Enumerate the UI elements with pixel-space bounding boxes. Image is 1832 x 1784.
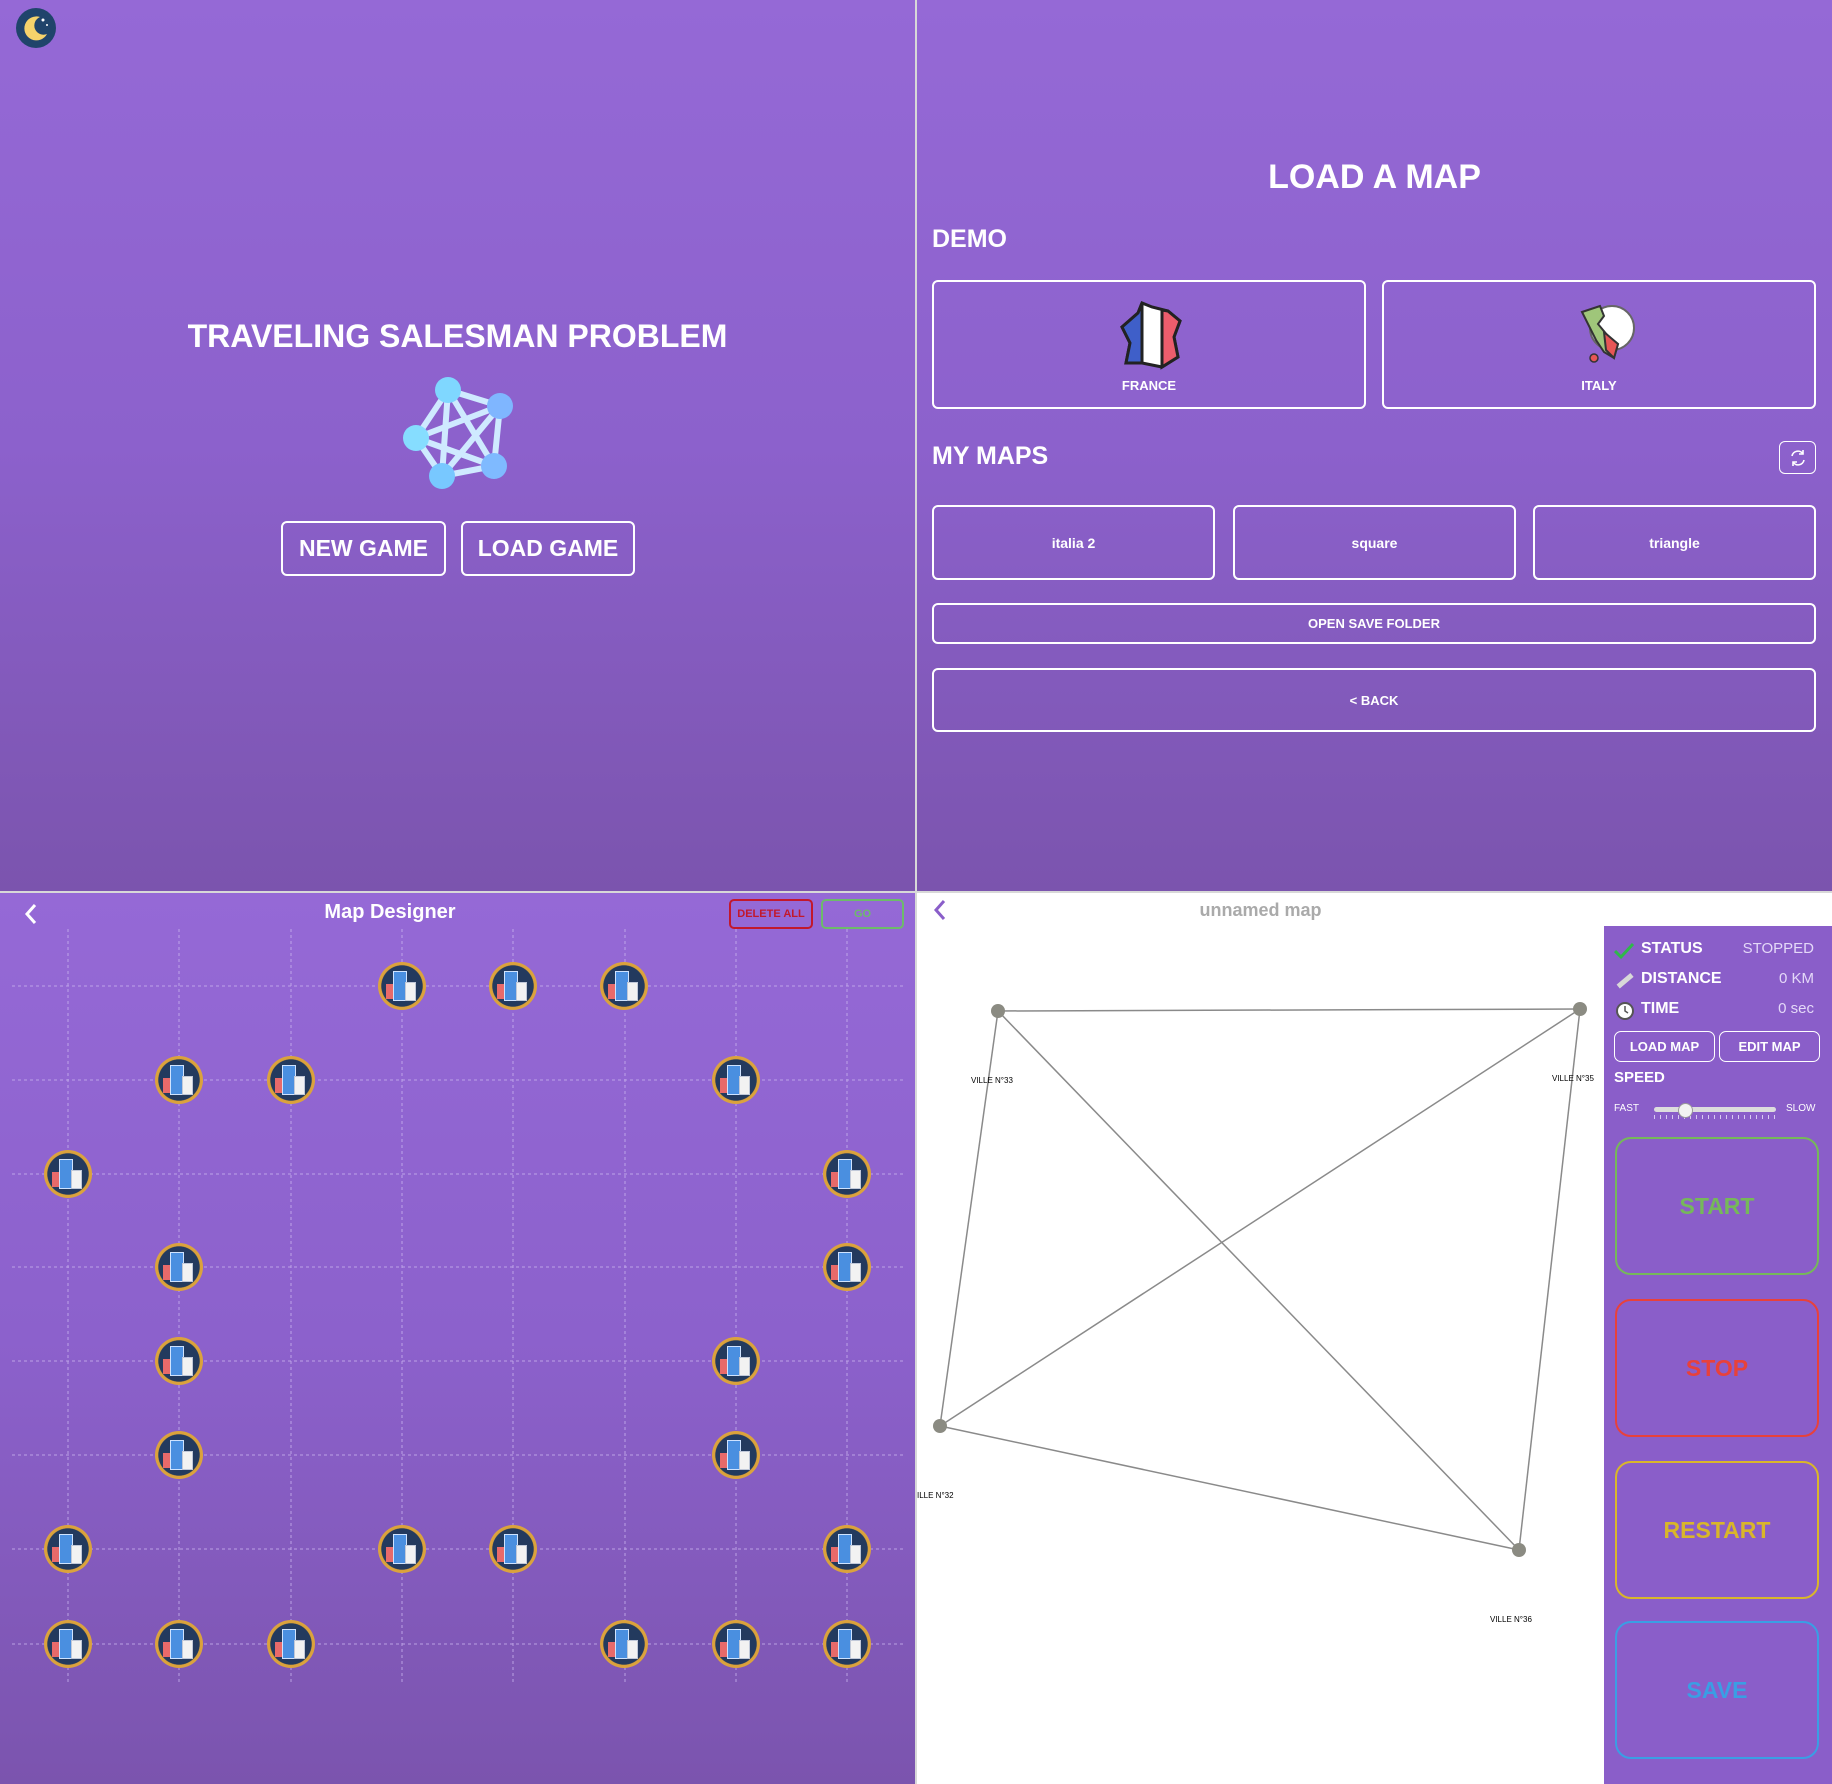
restart-button[interactable]: RESTART	[1615, 1461, 1819, 1599]
city-marker[interactable]	[823, 1620, 871, 1668]
my-map-item[interactable]: square	[1233, 505, 1516, 580]
load-map-title: LOAD A MAP	[1268, 158, 1481, 196]
back-button[interactable]: < BACK	[932, 668, 1816, 732]
my-map-item[interactable]: triangle	[1533, 505, 1816, 580]
city-marker[interactable]	[489, 1525, 537, 1573]
time-row: TIME 0 sec	[1614, 1000, 1824, 1024]
quadrant-divider	[0, 891, 1832, 893]
stop-button[interactable]: STOP	[1615, 1299, 1819, 1437]
city-marker[interactable]	[44, 1525, 92, 1573]
distance-row: DISTANCE 0 KM	[1614, 970, 1824, 994]
city-marker[interactable]	[823, 1525, 871, 1573]
demo-map-label: FRANCE	[1121, 378, 1177, 393]
app-title: TRAVELING SALESMAN PROBLEM	[187, 318, 728, 354]
time-value: 0 sec	[1778, 1000, 1814, 1017]
go-button[interactable]: GO	[821, 899, 904, 929]
start-button[interactable]: START	[1615, 1137, 1819, 1275]
delete-all-button[interactable]: DELETE ALL	[729, 899, 813, 929]
theme-toggle-moon-icon[interactable]	[16, 8, 56, 48]
city-marker[interactable]	[378, 962, 426, 1010]
my-map-item[interactable]: italia 2	[932, 505, 1215, 580]
new-game-button[interactable]: NEW GAME	[281, 521, 446, 576]
speed-slider-thumb[interactable]	[1678, 1103, 1693, 1118]
city-label: VILLE N°33	[971, 1076, 1013, 1085]
city-node[interactable]	[933, 1419, 947, 1433]
city-marker[interactable]	[155, 1056, 203, 1104]
city-label: ILLE N°32	[917, 1491, 954, 1500]
city-marker[interactable]	[823, 1243, 871, 1291]
designer-grid[interactable]	[0, 893, 915, 1784]
city-marker[interactable]	[378, 1525, 426, 1573]
city-marker[interactable]	[823, 1150, 871, 1198]
speed-label: SPEED	[1614, 1069, 1665, 1086]
refresh-maps-button[interactable]	[1779, 441, 1816, 474]
demo-map-france[interactable]: FRANCE	[932, 280, 1366, 409]
speed-slider[interactable]	[1654, 1101, 1776, 1119]
save-button[interactable]: SAVE	[1615, 1621, 1819, 1759]
refresh-icon	[1790, 449, 1805, 466]
city-marker[interactable]	[155, 1243, 203, 1291]
city-marker[interactable]	[155, 1431, 203, 1479]
solver-sidebar: STATUS STOPPED DISTANCE 0 KM TIME 0 sec …	[1604, 926, 1832, 1784]
designer-title: Map Designer	[324, 901, 456, 923]
my-maps-heading: MY MAPS	[932, 442, 1049, 470]
city-label: VILLE N°36	[1490, 1615, 1532, 1624]
city-marker[interactable]	[267, 1620, 315, 1668]
home-screen: TRAVELING SALESMAN PROBLEM NEW GAME LOAD	[0, 0, 915, 891]
france-map-icon	[1112, 297, 1186, 371]
load-game-button[interactable]: LOAD GAME	[461, 521, 635, 576]
city-marker[interactable]	[712, 1431, 760, 1479]
status-row: STATUS STOPPED	[1614, 940, 1824, 964]
demo-map-label: ITALY	[1581, 378, 1617, 393]
city-marker[interactable]	[600, 962, 648, 1010]
load-map-button[interactable]: LOAD MAP	[1614, 1031, 1715, 1062]
open-save-folder-button[interactable]: OPEN SAVE FOLDER	[932, 603, 1816, 644]
city-marker[interactable]	[44, 1620, 92, 1668]
map-designer-screen: Map Designer DELETE ALL GO	[0, 893, 915, 1784]
map-name: unnamed map	[1199, 900, 1322, 920]
city-marker[interactable]	[600, 1620, 648, 1668]
city-node[interactable]	[991, 1004, 1005, 1018]
city-marker[interactable]	[267, 1056, 315, 1104]
network-graph-icon	[396, 374, 516, 494]
status-label: STATUS	[1641, 940, 1703, 957]
city-marker[interactable]	[489, 962, 537, 1010]
load-map-screen: LOAD A MAP DEMO FRANCE ITALY MY MAPS ita…	[917, 0, 1832, 891]
solver-screen: unnamed map VILLE N°33 VILLE N°35 ILLE N…	[917, 893, 1832, 1784]
speed-fast-label: FAST	[1614, 1103, 1640, 1114]
check-icon	[1614, 942, 1634, 960]
ruler-icon	[1616, 973, 1634, 989]
edit-map-button[interactable]: EDIT MAP	[1719, 1031, 1820, 1062]
status-value: STOPPED	[1742, 940, 1814, 957]
demo-map-italy[interactable]: ITALY	[1382, 280, 1816, 409]
city-marker[interactable]	[712, 1056, 760, 1104]
city-marker[interactable]	[712, 1620, 760, 1668]
city-node[interactable]	[1512, 1543, 1526, 1557]
time-label: TIME	[1641, 1000, 1680, 1017]
distance-label: DISTANCE	[1641, 970, 1722, 987]
city-marker[interactable]	[155, 1337, 203, 1385]
city-node[interactable]	[1573, 1002, 1587, 1016]
tour-canvas[interactable]	[917, 926, 1604, 1784]
distance-value: 0 KM	[1778, 970, 1814, 987]
clock-icon	[1616, 1002, 1634, 1020]
demo-heading: DEMO	[932, 225, 1007, 253]
speed-slow-label: SLOW	[1786, 1103, 1816, 1114]
city-label: VILLE N°35	[1552, 1074, 1594, 1083]
city-marker[interactable]	[155, 1620, 203, 1668]
city-marker[interactable]	[712, 1337, 760, 1385]
city-marker[interactable]	[44, 1150, 92, 1198]
italy-map-icon	[1574, 302, 1638, 370]
